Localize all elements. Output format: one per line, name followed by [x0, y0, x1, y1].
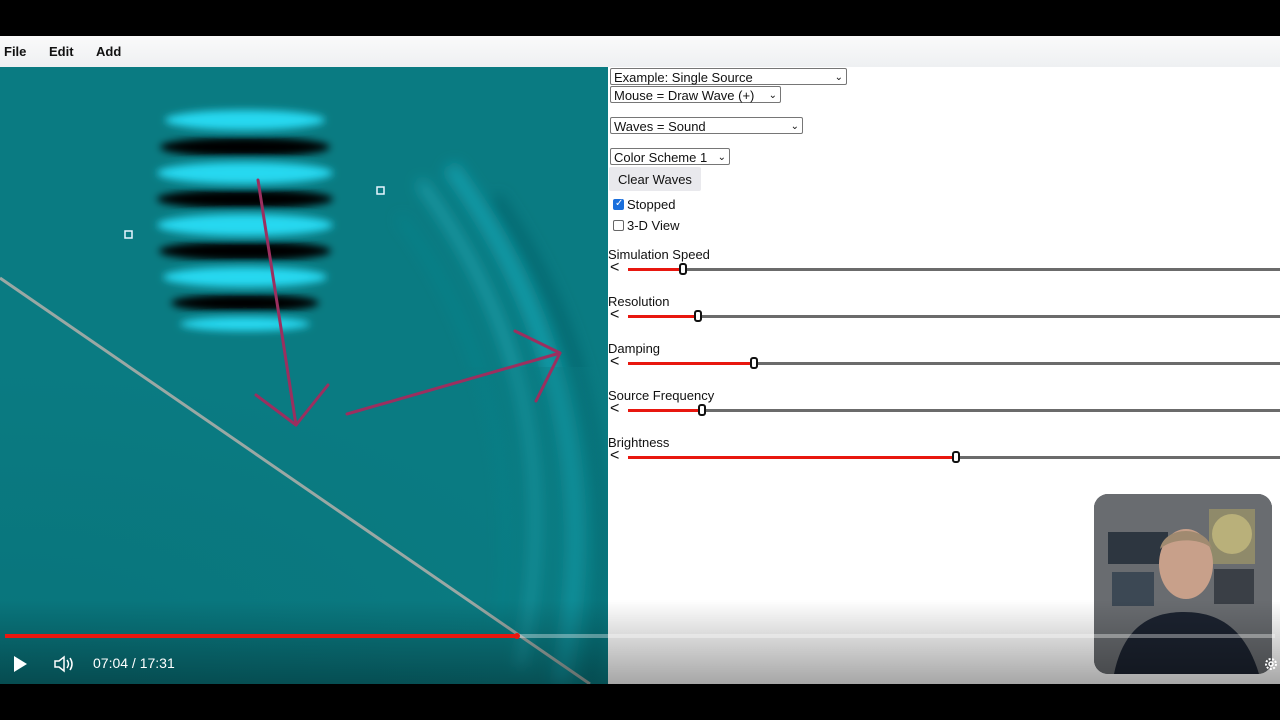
slider-label: Simulation Speed: [608, 247, 710, 262]
slider-track[interactable]: [628, 268, 1280, 271]
chevron-down-icon: ⌄: [768, 90, 777, 101]
slider-fill: [628, 268, 683, 271]
slider-fill: [628, 409, 702, 412]
video-progress-bar[interactable]: [5, 633, 1275, 639]
play-icon[interactable]: [12, 655, 28, 678]
menu-file[interactable]: File: [4, 44, 26, 59]
example-select-value: Example: Single Source: [614, 70, 753, 85]
slider-thumb[interactable]: [694, 310, 702, 322]
slider-label: Source Frequency: [608, 388, 715, 403]
slider-fill: [628, 456, 956, 459]
clear-waves-button[interactable]: Clear Waves: [609, 167, 701, 191]
letterbox-top: [0, 0, 1280, 36]
slider-thumb[interactable]: [750, 357, 758, 369]
menu-edit[interactable]: Edit: [49, 44, 74, 59]
gear-icon[interactable]: [1262, 655, 1280, 678]
view3d-checkbox[interactable]: 3-D View: [613, 218, 680, 233]
volume-icon[interactable]: [54, 655, 76, 678]
slider-thumb[interactable]: [679, 263, 687, 275]
stopped-checkbox-box[interactable]: [613, 198, 624, 210]
stopped-checkbox[interactable]: Stopped: [613, 197, 675, 212]
less-than-icon[interactable]: <: [610, 400, 619, 418]
wave-simulation-canvas[interactable]: [0, 67, 608, 684]
view3d-checkbox-box[interactable]: [613, 220, 624, 231]
less-than-icon[interactable]: <: [610, 353, 619, 371]
slider-track[interactable]: [628, 315, 1280, 318]
chevron-down-icon: ⌄: [834, 72, 843, 83]
stopped-label: Stopped: [627, 197, 676, 212]
color-scheme-select-value: Color Scheme 1: [614, 150, 708, 165]
slider[interactable]: <: [608, 353, 1280, 372]
video-progress-fill: [5, 634, 517, 638]
video-frame: File Edit Add Example: Single Source ⌄ M…: [0, 0, 1280, 720]
video-controls-overlay: [0, 600, 1280, 684]
mouse-mode-select-value: Mouse = Draw Wave (+): [614, 88, 755, 103]
slider-track[interactable]: [628, 409, 1280, 412]
less-than-icon[interactable]: <: [610, 259, 619, 277]
menu-bar: File Edit Add: [0, 36, 1280, 67]
slider[interactable]: <: [608, 306, 1280, 325]
mouse-mode-select[interactable]: Mouse = Draw Wave (+) ⌄: [610, 86, 781, 103]
chevron-down-icon: ⌄: [790, 121, 799, 132]
example-select[interactable]: Example: Single Source ⌄: [610, 68, 847, 85]
less-than-icon[interactable]: <: [610, 447, 619, 465]
chevron-down-icon: ⌄: [717, 152, 726, 163]
waves-select[interactable]: Waves = Sound ⌄: [610, 117, 803, 134]
slider-fill: [628, 315, 698, 318]
color-scheme-select[interactable]: Color Scheme 1 ⌄: [610, 148, 730, 165]
slider-thumb[interactable]: [698, 404, 706, 416]
less-than-icon[interactable]: <: [610, 306, 619, 324]
video-time: 07:04 / 17:31: [93, 655, 175, 671]
slider-fill: [628, 362, 754, 365]
video-progress-scrubber[interactable]: [513, 633, 520, 639]
slider[interactable]: <: [608, 447, 1280, 466]
waves-select-value: Waves = Sound: [614, 119, 706, 134]
letterbox-bottom: [0, 684, 1280, 720]
menu-add[interactable]: Add: [96, 44, 121, 59]
slider[interactable]: <: [608, 259, 1280, 278]
slider-thumb[interactable]: [952, 451, 960, 463]
slider[interactable]: <: [608, 400, 1280, 419]
view3d-label: 3-D View: [627, 218, 680, 233]
